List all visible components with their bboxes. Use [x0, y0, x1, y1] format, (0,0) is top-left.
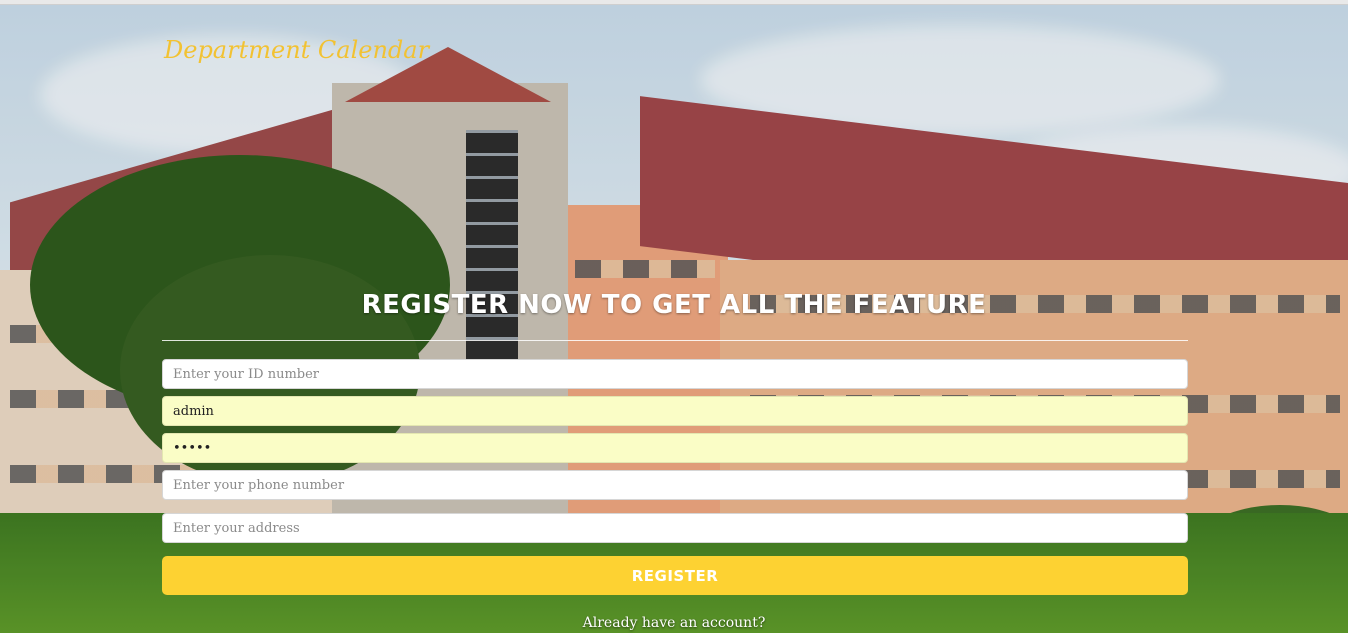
brand-title[interactable]: Department Calendar: [164, 36, 429, 64]
phone-input[interactable]: [162, 470, 1188, 500]
register-button[interactable]: REGISTER: [162, 556, 1188, 595]
password-input[interactable]: [162, 433, 1188, 463]
address-input[interactable]: [162, 513, 1188, 543]
username-input[interactable]: [162, 396, 1188, 426]
divider: [162, 340, 1188, 341]
page-headline: REGISTER NOW TO GET ALL THE FEATURE: [361, 290, 987, 320]
login-link[interactable]: Already have an account?: [0, 615, 1348, 631]
id-number-input[interactable]: [162, 359, 1188, 389]
